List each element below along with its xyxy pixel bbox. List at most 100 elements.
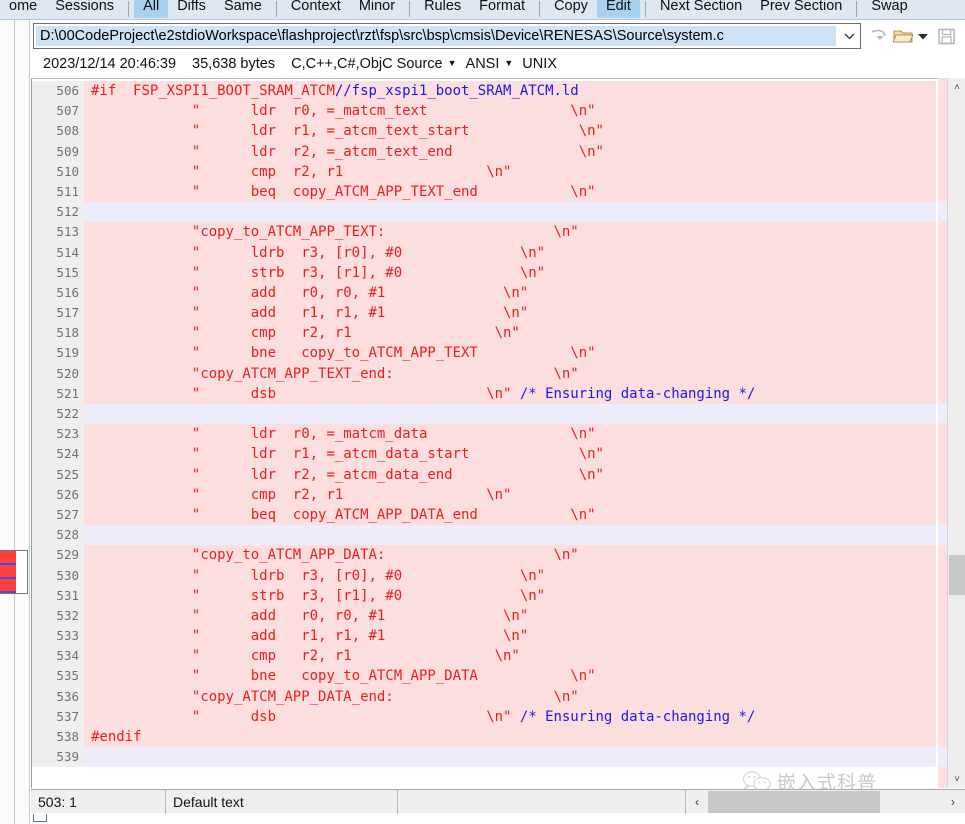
code-line-row[interactable]: 512: [32, 202, 936, 223]
menu-home[interactable]: ome: [0, 0, 46, 18]
code-line-row[interactable]: 517 " add r1, r1, #1 \n": [32, 303, 936, 324]
menu-sessions[interactable]: Sessions: [46, 0, 123, 18]
code-line-row[interactable]: 530 " ldrb r3, [r0], #0 \n": [32, 565, 936, 586]
line-text[interactable]: " strb r3, [r1], #0 \n": [91, 263, 545, 283]
line-text[interactable]: " ldrb r3, [r0], #0 \n": [91, 243, 545, 263]
line-text[interactable]: " ldr r1, =_atcm_text_start \n": [91, 121, 604, 141]
code-line-row[interactable]: 538 #endif: [32, 727, 936, 748]
code-line-row[interactable]: 518 " cmp r2, r1 \n": [32, 323, 936, 344]
code-line-row[interactable]: 523 " ldr r0, =_matcm_data \n": [32, 424, 936, 445]
diff-minimap[interactable]: [0, 550, 28, 594]
line-text[interactable]: "copy_to_ATCM_APP_TEXT: \n": [91, 222, 579, 242]
code-line-row[interactable]: 511 " beq copy_ATCM_APP_TEXT_end \n": [32, 181, 936, 203]
tab-all[interactable]: All: [134, 0, 169, 18]
reload-arrow-icon[interactable]: [866, 23, 891, 49]
hscroll-right-icon[interactable]: ›: [942, 791, 964, 813]
save-disk-icon[interactable]: [934, 23, 959, 49]
code-line-row[interactable]: 533 " add r1, r1, #1 \n": [32, 626, 936, 647]
button-prev-section[interactable]: Prev Section: [751, 0, 851, 18]
line-text[interactable]: " bne copy_to_ATCM_APP_TEXT \n": [91, 343, 596, 363]
horizontal-scrollbar[interactable]: ‹ ›: [686, 790, 964, 814]
code-line-row[interactable]: 508 " ldr r1, =_atcm_text_start \n": [32, 121, 936, 142]
code-line-row[interactable]: 529 "copy_to_ATCM_APP_DATA: \n": [32, 545, 936, 566]
code-line-row[interactable]: 525 " ldr r2, =_atcm_data_end \n": [32, 464, 936, 485]
tab-context[interactable]: Context: [282, 0, 350, 18]
tab-edit[interactable]: Edit: [596, 0, 640, 18]
line-text[interactable]: " add r1, r1, #1 \n": [91, 626, 528, 646]
tab-rules[interactable]: Rules: [415, 0, 470, 18]
line-text[interactable]: " beq copy_ATCM_APP_DATA_end \n": [91, 505, 596, 525]
hscroll-track[interactable]: [708, 790, 942, 813]
vertical-scroll-thumb[interactable]: [949, 555, 965, 595]
line-text[interactable]: " bne copy_to_ATCM_APP_DATA \n": [91, 666, 596, 686]
code-line-row[interactable]: 532 " add r0, r0, #1 \n": [32, 605, 936, 627]
line-text[interactable]: " cmp r2, r1 \n": [91, 323, 520, 343]
code-line-row[interactable]: 531 " strb r3, [r1], #0 \n": [32, 585, 936, 606]
tab-same[interactable]: Same: [215, 0, 271, 18]
line-text[interactable]: #endif: [91, 727, 141, 747]
button-next-section[interactable]: Next Section: [651, 0, 751, 18]
scroll-down-icon[interactable]: ˅: [948, 770, 965, 788]
code-line-row[interactable]: 515 " strb r3, [r1], #0 \n": [32, 262, 936, 283]
code-line-row[interactable]: 536 "copy_ATCM_APP_DATA_end: \n": [32, 686, 936, 707]
file-path-input[interactable]: D:\00CodeProject\e2stdioWorkspace\flashp…: [36, 26, 836, 46]
code-line-row[interactable]: 526 " cmp r2, r1 \n": [32, 484, 936, 505]
line-text[interactable]: " cmp r2, r1 \n": [91, 162, 512, 182]
line-text[interactable]: " add r0, r0, #1 \n": [91, 606, 528, 626]
code-line-row[interactable]: 506 #if FSP_XSPI1_BOOT_SRAM_ATCM//fsp_xsp…: [32, 81, 936, 102]
line-text[interactable]: "copy_ATCM_APP_DATA_end: \n": [91, 687, 579, 707]
tab-minor[interactable]: Minor: [350, 0, 404, 18]
tab-copy[interactable]: Copy: [545, 0, 597, 18]
vertical-scrollbar[interactable]: ˄ ˅: [947, 78, 965, 788]
code-line-row[interactable]: 514 " ldrb r3, [r0], #0 \n": [32, 242, 936, 263]
file-encoding-label[interactable]: ANSI: [466, 56, 500, 72]
code-line-row[interactable]: 524 " ldr r1, =_atcm_data_start \n": [32, 444, 936, 465]
code-line-row[interactable]: 521 " dsb \n" /* Ensuring data-changing …: [32, 383, 936, 404]
line-text[interactable]: " ldr r0, =_matcm_data \n": [91, 424, 596, 444]
line-text[interactable]: " ldrb r3, [r0], #0 \n": [91, 566, 545, 586]
code-line-row[interactable]: 534 " cmp r2, r1 \n": [32, 646, 936, 667]
file-encoding-caret-icon[interactable]: ▼: [504, 58, 513, 68]
line-text[interactable]: " dsb \n" /* Ensuring data-changing */: [91, 707, 755, 727]
code-lines-container[interactable]: 506 #if FSP_XSPI1_BOOT_SRAM_ATCM//fsp_xsp…: [32, 81, 936, 788]
diff-overview-rail[interactable]: [0, 20, 30, 824]
line-text[interactable]: " ldr r2, =_atcm_data_end \n": [91, 465, 604, 485]
code-line-row[interactable]: 522: [32, 404, 936, 425]
line-text[interactable]: " cmp r2, r1 \n": [91, 485, 512, 505]
code-line-row[interactable]: 507 " ldr r0, =_matcm_text \n": [32, 101, 936, 122]
button-swap[interactable]: Swap: [862, 0, 916, 18]
file-path-combobox[interactable]: D:\00CodeProject\e2stdioWorkspace\flashp…: [33, 23, 861, 49]
hscroll-left-icon[interactable]: ‹: [686, 791, 708, 813]
code-line-row[interactable]: 509 " ldr r2, =_atcm_text_end \n": [32, 141, 936, 162]
code-line-row[interactable]: 528: [32, 525, 936, 546]
code-editor-pane[interactable]: 506 #if FSP_XSPI1_BOOT_SRAM_ATCM//fsp_xsp…: [31, 78, 965, 788]
line-text[interactable]: #if FSP_XSPI1_BOOT_SRAM_ATCM//fsp_xspi1_…: [91, 81, 579, 101]
line-text[interactable]: " add r0, r0, #1 \n": [91, 283, 528, 303]
tab-diffs[interactable]: Diffs: [168, 0, 215, 18]
code-line-row[interactable]: 537 " dsb \n" /* Ensuring data-changing …: [32, 706, 936, 727]
scroll-up-icon[interactable]: ˄: [948, 78, 965, 96]
code-line-row[interactable]: 527 " beq copy_ATCM_APP_DATA_end \n": [32, 504, 936, 526]
horizontal-scroll-thumb[interactable]: [708, 790, 880, 813]
code-line-row[interactable]: 510 " cmp r2, r1 \n": [32, 161, 936, 182]
code-line-row[interactable]: 516 " add r0, r0, #1 \n": [32, 282, 936, 304]
line-text[interactable]: " beq copy_ATCM_APP_TEXT_end \n": [91, 182, 596, 202]
code-line-row[interactable]: 519 " bne copy_to_ATCM_APP_TEXT \n": [32, 343, 936, 364]
folder-open-icon[interactable]: [891, 23, 916, 49]
code-line-row[interactable]: 513 "copy_to_ATCM_APP_TEXT: \n": [32, 222, 936, 243]
line-text[interactable]: "copy_to_ATCM_APP_DATA: \n": [91, 545, 579, 565]
line-text[interactable]: " ldr r0, =_matcm_text \n": [91, 101, 596, 121]
code-line-row[interactable]: 539: [32, 747, 936, 768]
file-type-caret-icon[interactable]: ▼: [448, 58, 457, 68]
code-line-row[interactable]: 535 " bne copy_to_ATCM_APP_DATA \n": [32, 666, 936, 687]
line-text[interactable]: "copy_ATCM_APP_TEXT_end: \n": [91, 364, 579, 384]
line-text[interactable]: " ldr r1, =_atcm_data_start \n": [91, 444, 604, 464]
code-line-row[interactable]: 520 "copy_ATCM_APP_TEXT_end: \n": [32, 363, 936, 384]
tab-format[interactable]: Format: [470, 0, 534, 18]
line-text[interactable]: " dsb \n" /* Ensuring data-changing */: [91, 384, 755, 404]
file-type-label[interactable]: C,C++,C#,ObjC Source: [291, 56, 443, 72]
line-text[interactable]: " strb r3, [r1], #0 \n": [91, 586, 545, 606]
line-text[interactable]: " add r1, r1, #1 \n": [91, 303, 528, 323]
chevron-down-icon[interactable]: [838, 24, 860, 48]
caret-down-icon[interactable]: [916, 23, 930, 49]
